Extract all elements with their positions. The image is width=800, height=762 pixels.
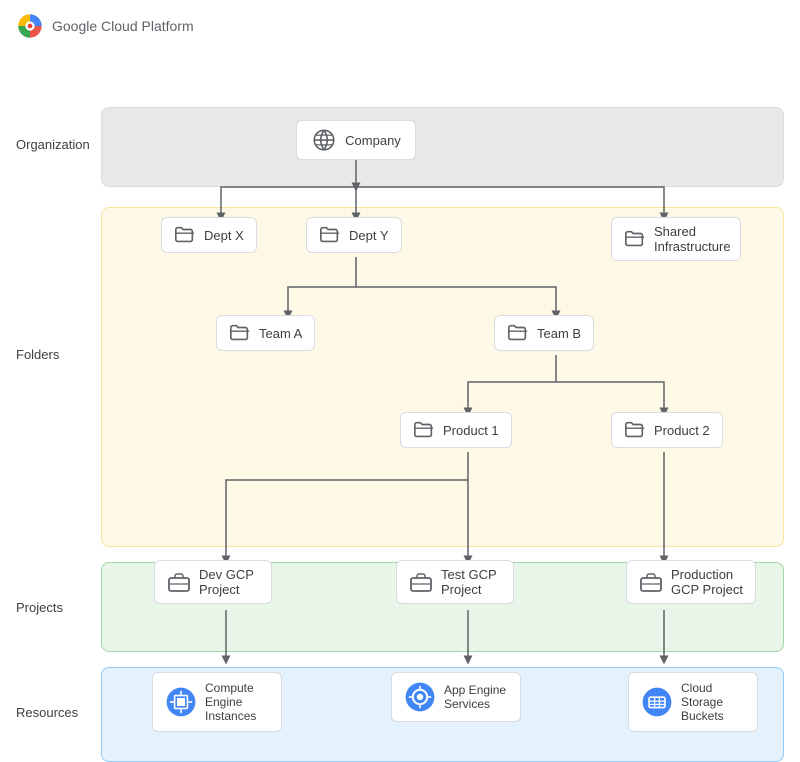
section-folders: Folders	[16, 347, 96, 362]
section-projects: Projects	[16, 600, 96, 615]
folder-icon-deptx	[174, 224, 196, 246]
team-a-node: Team A	[216, 315, 315, 351]
compute-engine-label: Compute Engine Instances	[205, 681, 269, 723]
dev-gcp-label: Dev GCP Project	[199, 567, 259, 597]
org-band	[101, 107, 784, 187]
cloud-storage-label: Cloud Storage Buckets	[681, 681, 745, 723]
team-b-node: Team B	[494, 315, 594, 351]
folder-icon-depty	[319, 224, 341, 246]
team-a-label: Team A	[259, 326, 302, 341]
product-1-label: Product 1	[443, 423, 499, 438]
gcp-logo-icon	[16, 12, 44, 40]
product-2-label: Product 2	[654, 423, 710, 438]
compute-engine-icon	[165, 686, 197, 718]
app-engine-node: App Engine Services	[391, 672, 521, 722]
cloud-storage-icon	[641, 686, 673, 718]
app-engine-icon	[404, 681, 436, 713]
dept-x-node: Dept X	[161, 217, 257, 253]
gcp-logo: Google Cloud Platform	[16, 12, 194, 40]
dept-y-label: Dept Y	[349, 228, 389, 243]
briefcase-icon-dev	[167, 570, 191, 594]
folder-icon-prod1	[413, 419, 435, 441]
section-org: Organization	[16, 137, 96, 152]
folder-icon-shared	[624, 228, 646, 250]
compute-engine-node: Compute Engine Instances	[152, 672, 282, 732]
dept-y-node: Dept Y	[306, 217, 402, 253]
folder-icon-prod2	[624, 419, 646, 441]
gcp-logo-text: Google Cloud Platform	[52, 18, 194, 34]
prod-gcp-node: Production GCP Project	[626, 560, 756, 604]
section-resources: Resources	[16, 705, 96, 720]
shared-infra-node: Shared Infrastructure	[611, 217, 741, 261]
test-gcp-label: Test GCP Project	[441, 567, 501, 597]
company-label: Company	[345, 133, 401, 148]
folder-icon-teamb	[507, 322, 529, 344]
team-b-label: Team B	[537, 326, 581, 341]
company-node: Company	[296, 120, 416, 160]
briefcase-icon-prod	[639, 570, 663, 594]
prod-gcp-label: Production GCP Project	[671, 567, 743, 597]
header: Google Cloud Platform	[0, 0, 800, 52]
diagram: Organization Folders Projects Resources	[16, 52, 784, 732]
app-engine-label: App Engine Services	[444, 683, 508, 711]
cloud-storage-node: Cloud Storage Buckets	[628, 672, 758, 732]
folder-icon-teama	[229, 322, 251, 344]
product-2-node: Product 2	[611, 412, 723, 448]
product-1-node: Product 1	[400, 412, 512, 448]
test-gcp-node: Test GCP Project	[396, 560, 514, 604]
globe-icon	[311, 127, 337, 153]
briefcase-icon-test	[409, 570, 433, 594]
dev-gcp-node: Dev GCP Project	[154, 560, 272, 604]
shared-infra-label: Shared Infrastructure	[654, 224, 731, 254]
dept-x-label: Dept X	[204, 228, 244, 243]
